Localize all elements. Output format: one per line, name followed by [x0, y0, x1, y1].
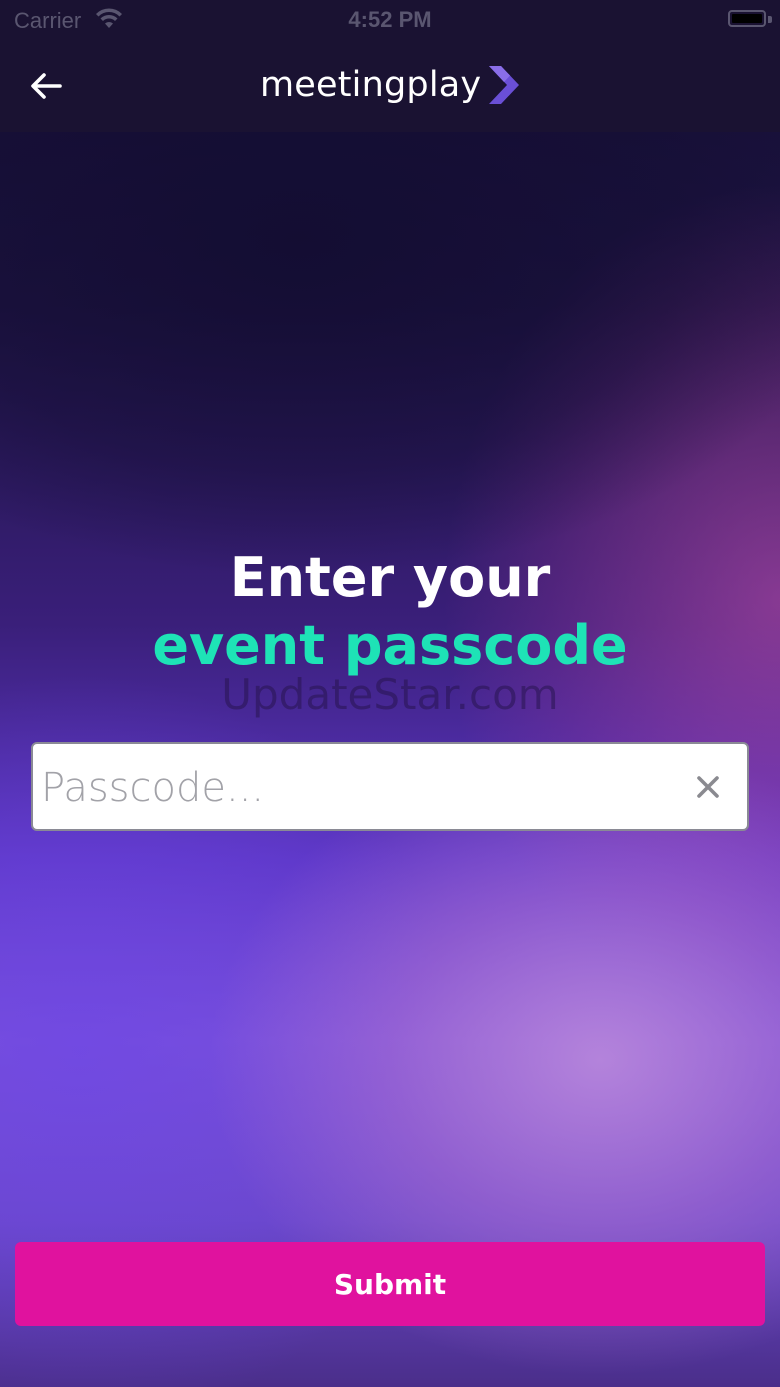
battery-icon — [728, 10, 766, 27]
logo-text: meetingplay — [260, 65, 482, 105]
chevron-right-icon — [489, 66, 520, 104]
passcode-field — [31, 742, 749, 831]
battery-tip — [768, 16, 772, 23]
passcode-heading: Enter your event passcode — [0, 540, 780, 676]
close-icon[interactable] — [695, 774, 721, 800]
heading-line-1: Enter your — [229, 546, 551, 609]
submit-button[interactable]: Submit — [15, 1242, 765, 1326]
status-time: 4:52 PM — [348, 7, 432, 32]
app-logo: meetingplay — [260, 58, 523, 112]
passcode-input[interactable] — [39, 744, 673, 831]
nav-bar: meetingplay — [0, 38, 780, 132]
heading-line-2: event passcode — [152, 614, 628, 677]
watermark: UpdateStar.com — [221, 670, 559, 719]
arrow-left-icon[interactable] — [26, 66, 66, 106]
status-bar: Carrier 4:52 PM — [0, 0, 780, 38]
